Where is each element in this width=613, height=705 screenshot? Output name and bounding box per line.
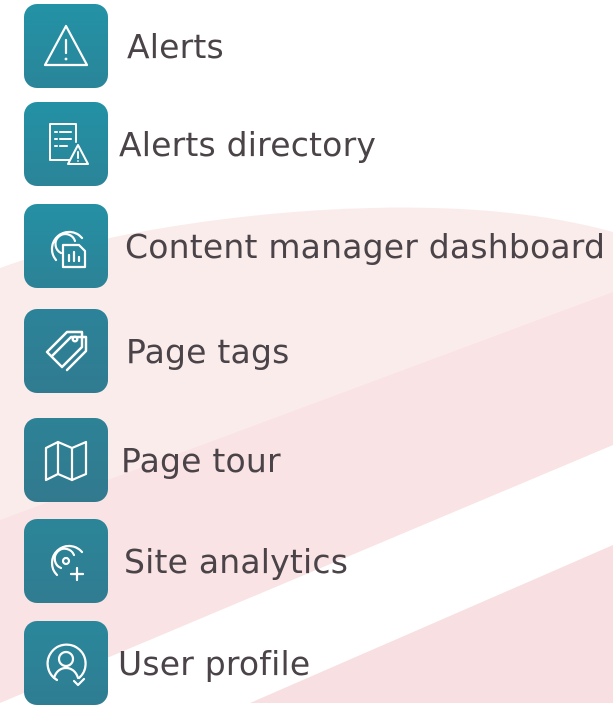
menu-item-content-manager-dashboard[interactable]: Content manager dashboard <box>24 204 605 288</box>
alerts-directory-tile <box>24 102 108 186</box>
menu-item-page-tags[interactable]: Page tags <box>24 309 289 393</box>
site-analytics-tile <box>24 519 108 603</box>
menu-item-label: Page tour <box>121 440 281 480</box>
menu-item-page-tour[interactable]: Page tour <box>24 418 281 502</box>
menu-item-alerts[interactable]: Alerts <box>24 4 224 88</box>
menu-item-site-analytics[interactable]: Site analytics <box>24 519 348 603</box>
page-tour-tile <box>24 418 108 502</box>
menu-item-label: Alerts directory <box>119 124 377 164</box>
menu-item-alerts-directory[interactable]: Alerts directory <box>24 102 376 186</box>
menu-item-label: Content manager dashboard <box>125 226 606 266</box>
menu-item-user-profile[interactable]: User profile <box>24 621 310 705</box>
menu-item-label: Site analytics <box>124 541 349 581</box>
warning-triangle-icon <box>43 24 89 67</box>
alerts-tile <box>24 4 108 88</box>
menu-item-label: Page tags <box>126 331 290 371</box>
tag-icon <box>45 330 88 372</box>
content-manager-dashboard-tile <box>24 204 108 288</box>
document-warning-icon <box>49 123 89 165</box>
page-tags-tile <box>24 309 108 393</box>
menu-item-label: User profile <box>118 643 311 683</box>
user-profile-icon <box>46 643 87 687</box>
user-profile-tile <box>24 621 108 705</box>
map-icon <box>44 440 88 482</box>
dashboard-document-icon <box>50 230 87 269</box>
analytics-plus-icon <box>50 544 85 582</box>
menu-item-label: Alerts <box>127 26 224 66</box>
